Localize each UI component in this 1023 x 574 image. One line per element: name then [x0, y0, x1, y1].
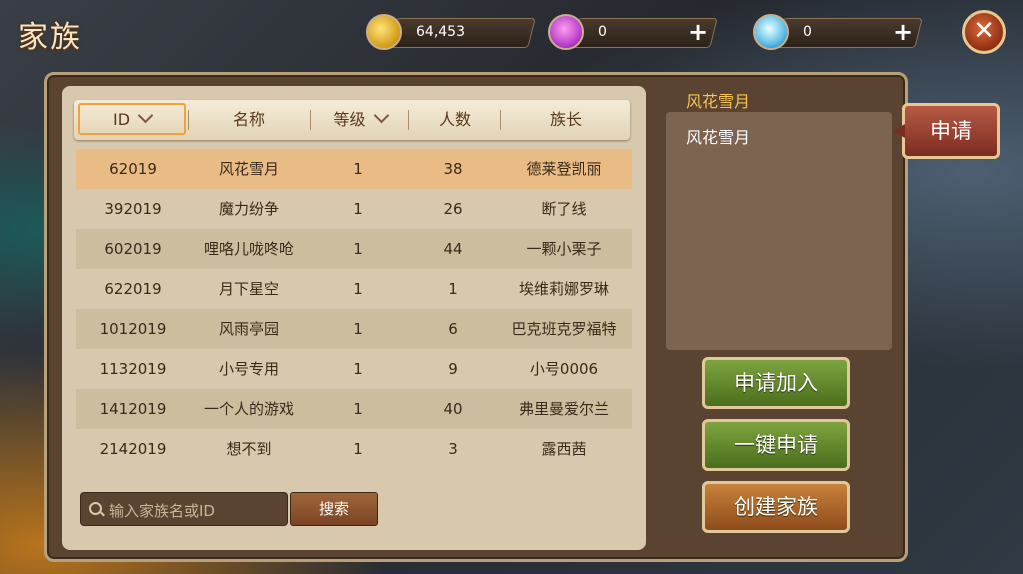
search-input[interactable]: 输入家族名或ID — [80, 492, 288, 526]
cell-id: 622019 — [104, 280, 162, 298]
chevron-down-icon — [137, 107, 154, 124]
table-row[interactable]: 622019 月下星空 1 1 埃维莉娜罗琳 — [76, 269, 632, 309]
cell-members: 1 — [448, 280, 458, 298]
cell-members: 40 — [443, 400, 463, 418]
close-button[interactable]: ✕ — [962, 10, 1006, 54]
cell-id: 62019 — [109, 160, 157, 178]
cell-leader: 露西茜 — [541, 440, 587, 458]
cell-members: 26 — [443, 200, 463, 218]
cell-name: 风雨亭园 — [218, 320, 279, 338]
family-description: 风花雪月 — [686, 128, 751, 147]
cell-id: 1012019 — [99, 320, 167, 338]
table-row[interactable]: 1132019 小号专用 1 9 小号0006 — [76, 349, 632, 389]
table-row[interactable]: 2142019 想不到 1 3 露西茜 — [76, 429, 632, 469]
coin-icon — [366, 14, 402, 50]
cell-members: 38 — [443, 160, 463, 178]
cell-level: 1 — [353, 160, 363, 178]
table-header: ID 名称 等级 人数 族长 — [74, 100, 630, 140]
cell-members: 3 — [448, 440, 458, 458]
header-members: 人数 — [438, 110, 471, 129]
cell-leader: 小号0006 — [529, 360, 599, 378]
cell-leader: 埃维莉娜罗琳 — [518, 280, 609, 298]
diamond-icon — [753, 14, 789, 50]
selected-family-name: 风花雪月 — [686, 92, 751, 111]
add-gem-button[interactable]: + — [688, 18, 708, 46]
apply-tab[interactable]: 申请 — [902, 103, 1000, 159]
one-click-apply-button[interactable]: 一键申请 — [702, 419, 850, 471]
cell-leader: 巴克班克罗福特 — [511, 320, 617, 338]
cell-level: 1 — [353, 280, 363, 298]
cell-level: 1 — [353, 440, 363, 458]
gold-value: 64,453 — [416, 24, 465, 40]
join-button[interactable]: 申请加入 — [702, 357, 850, 409]
divider — [310, 110, 311, 130]
cell-name: 哩咯儿咙咚呛 — [203, 240, 294, 258]
header-leader: 族长 — [549, 110, 582, 129]
header-level-label: 等级 — [333, 110, 366, 129]
search-button[interactable]: 搜索 — [290, 492, 378, 526]
cell-name: 风花雪月 — [218, 160, 279, 178]
cell-name: 小号专用 — [218, 360, 279, 378]
cell-name: 一个人的游戏 — [203, 400, 294, 418]
divider — [408, 110, 409, 130]
header-id-label: ID — [112, 110, 131, 129]
search-placeholder: 输入家族名或ID — [109, 502, 215, 520]
divider — [188, 110, 189, 130]
cell-leader: 断了线 — [541, 200, 587, 218]
cell-id: 2142019 — [99, 440, 167, 458]
add-diamond-button[interactable]: + — [893, 18, 913, 46]
cell-id: 1132019 — [99, 360, 167, 378]
gem-icon — [548, 14, 584, 50]
divider — [500, 110, 501, 130]
table-row[interactable]: 602019 哩咯儿咙咚呛 1 44 一颗小栗子 — [76, 229, 632, 269]
cell-members: 9 — [448, 360, 458, 378]
chevron-down-icon — [373, 107, 389, 124]
cell-level: 1 — [353, 400, 363, 418]
table-row[interactable]: 392019 魔力纷争 1 26 断了线 — [76, 189, 632, 229]
cell-level: 1 — [353, 200, 363, 218]
cell-level: 1 — [353, 240, 363, 258]
gem-value: 0 — [598, 24, 607, 40]
cell-id: 1412019 — [99, 400, 167, 418]
cell-id: 392019 — [104, 200, 162, 218]
cell-leader: 弗里曼爱尔兰 — [518, 400, 609, 418]
cell-name: 魔力纷争 — [218, 200, 279, 218]
cell-leader: 一颗小栗子 — [526, 240, 602, 258]
header-id[interactable]: ID — [78, 100, 186, 140]
cell-name: 想不到 — [226, 440, 272, 458]
create-family-button[interactable]: 创建家族 — [702, 481, 850, 533]
diamond-value: 0 — [803, 24, 812, 40]
table-row[interactable]: 1412019 一个人的游戏 1 40 弗里曼爱尔兰 — [76, 389, 632, 429]
search-icon — [89, 502, 102, 515]
header-level[interactable]: 等级 — [312, 100, 408, 140]
table-row[interactable]: 1012019 风雨亭园 1 6 巴克班克罗福特 — [76, 309, 632, 349]
cell-members: 44 — [443, 240, 463, 258]
page-title: 家族 — [18, 20, 82, 55]
cell-level: 1 — [353, 320, 363, 338]
table-row[interactable]: 62019 风花雪月 1 38 德莱登凯丽 — [76, 149, 632, 189]
header-name: 名称 — [232, 110, 265, 129]
cell-level: 1 — [353, 360, 363, 378]
cell-leader: 德莱登凯丽 — [526, 160, 602, 178]
cell-members: 6 — [448, 320, 458, 338]
cell-name: 月下星空 — [218, 280, 279, 298]
cell-id: 602019 — [104, 240, 162, 258]
